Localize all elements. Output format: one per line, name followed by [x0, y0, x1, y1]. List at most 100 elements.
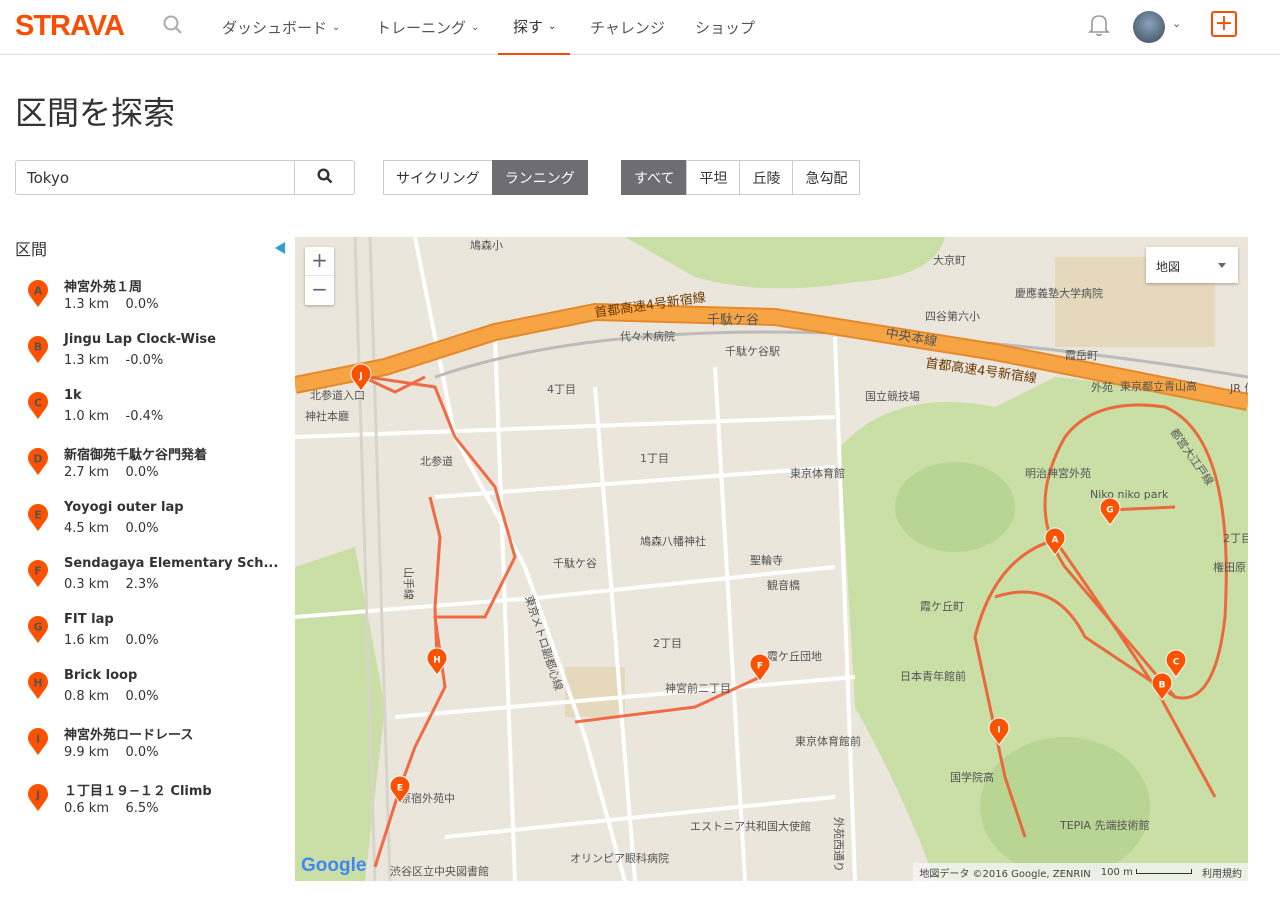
- marker-letter: F: [757, 662, 763, 672]
- terrain-filter: すべて 平坦 丘陵 急勾配: [621, 160, 860, 195]
- segment-list-item[interactable]: G FIT lap 1.6 km 0.0%: [25, 612, 275, 668]
- terrain-hilly-button[interactable]: 丘陵: [739, 160, 793, 195]
- nav-challenges[interactable]: チャレンジ: [590, 0, 665, 55]
- stadium: [895, 462, 1015, 552]
- terrain-flat-button[interactable]: 平坦: [686, 160, 740, 195]
- segment-name[interactable]: Jingu Lap Clock-Wise: [64, 332, 216, 347]
- segment-list-item[interactable]: B Jingu Lap Clock-Wise 1.3 km -0.0%: [25, 332, 275, 388]
- nav-training[interactable]: トレーニング ⌄: [376, 0, 479, 55]
- zoom-in-button[interactable]: +: [305, 247, 334, 276]
- segment-stats: 0.6 km 6.5%: [64, 801, 159, 816]
- segment-distance: 0.3 km: [64, 577, 109, 592]
- map-label: 聖輪寺: [750, 553, 783, 567]
- segment-name[interactable]: FIT lap: [64, 612, 114, 627]
- page-title: 区間を探索: [15, 88, 175, 134]
- marker-letter: B: [34, 341, 42, 354]
- marker-letter: J: [358, 372, 362, 382]
- map-marker-icon: D: [27, 448, 49, 476]
- upload-plus-button[interactable]: +: [1211, 11, 1237, 37]
- search-icon[interactable]: [162, 14, 184, 36]
- map-label: 東京メトロ副都心線: [522, 594, 566, 692]
- segment-name[interactable]: Sendagaya Elementary Sch...: [64, 556, 278, 571]
- segment-stats: 1.6 km 0.0%: [64, 633, 159, 648]
- segment-list-item[interactable]: A 神宮外苑１周 1.3 km 0.0%: [25, 276, 275, 332]
- map-label: 1丁目: [640, 452, 669, 465]
- segment-list-item[interactable]: E Yoyogi outer lap 4.5 km 0.0%: [25, 500, 275, 556]
- nav-shop[interactable]: ショップ: [695, 0, 755, 55]
- segment-list-item[interactable]: F Sendagaya Elementary Sch... 0.3 km 2.3…: [25, 556, 275, 612]
- map-marker-icon: A: [27, 280, 49, 308]
- segment-name[interactable]: Brick loop: [64, 668, 137, 683]
- nav-label: 探す: [513, 16, 543, 37]
- attribution-text: 地図データ ©2016 Google, ZENRIN: [919, 865, 1090, 880]
- terrain-all-button[interactable]: すべて: [621, 160, 687, 195]
- nav-dashboard[interactable]: ダッシュボード⌄: [222, 0, 340, 55]
- segment-stats: 1.3 km -0.0%: [64, 353, 163, 368]
- terms-link[interactable]: 利用規約: [1202, 865, 1242, 880]
- map-label: 外苑西通り: [832, 817, 845, 872]
- segment-name[interactable]: 1k: [64, 388, 82, 403]
- segment-distance: 0.8 km: [64, 689, 109, 704]
- map-marker-icon: G: [27, 616, 49, 644]
- map-segment-marker[interactable]: J: [351, 364, 371, 391]
- segment-list-item[interactable]: C 1k 1.0 km -0.4%: [25, 388, 275, 444]
- segment-stats: 0.8 km 0.0%: [64, 689, 159, 704]
- cycling-button[interactable]: サイクリング: [383, 160, 493, 195]
- segment-grade: 0.0%: [126, 633, 159, 648]
- chevron-down-icon: ⌄: [471, 22, 479, 33]
- map-type-select[interactable]: 地図: [1146, 247, 1238, 283]
- top-nav: STRAVA ダッシュボード⌄ トレーニング ⌄ 探す ⌄ チャレンジ ショップ ⌄…: [0, 0, 1280, 55]
- segment-grade: 0.0%: [126, 745, 159, 760]
- segment-list-item[interactable]: D 新宿御苑千駄ケ谷門発着 2.7 km 0.0%: [25, 444, 275, 500]
- map-marker-icon: J: [27, 784, 49, 812]
- bell-icon[interactable]: [1088, 13, 1110, 37]
- segment-list-item[interactable]: J １丁目１９−１２ Climb 0.6 km 6.5%: [25, 780, 275, 836]
- location-search-input[interactable]: [15, 160, 295, 195]
- segment-list-item[interactable]: H Brick loop 0.8 km 0.0%: [25, 668, 275, 724]
- terrain-steep-button[interactable]: 急勾配: [792, 160, 860, 195]
- running-button[interactable]: ランニング: [492, 160, 588, 195]
- zoom-control: + −: [305, 247, 334, 305]
- segment-name[interactable]: １丁目１９−１２ Climb: [64, 780, 212, 799]
- map-label: 2丁目: [653, 637, 682, 650]
- segment-distance: 1.3 km: [64, 353, 109, 368]
- chevron-down-icon: ⌄: [548, 21, 556, 32]
- scale-label: 100 m: [1101, 867, 1133, 878]
- map-label: 千駄ケ谷駅: [725, 344, 780, 358]
- map-attribution: 地図データ ©2016 Google, ZENRIN 100 m 利用規約: [913, 863, 1248, 881]
- map-label: エストニア共和国大使館: [690, 819, 811, 833]
- map-label: 神宮前二丁目: [665, 681, 731, 695]
- collapse-sidebar-icon[interactable]: [275, 242, 285, 254]
- segment-grade: 0.0%: [126, 689, 159, 704]
- map-label: 外苑: [1091, 381, 1113, 394]
- nav-explore[interactable]: 探す ⌄: [498, 0, 570, 55]
- segment-name[interactable]: 神宮外苑ロードレース: [64, 724, 193, 743]
- segment-list-item[interactable]: I 神宮外苑ロードレース 9.9 km 0.0%: [25, 724, 275, 780]
- segment-grade: 6.5%: [126, 801, 159, 816]
- search-button[interactable]: [295, 160, 355, 195]
- zoom-out-button[interactable]: −: [305, 276, 334, 305]
- chevron-down-icon[interactable]: ⌄: [1172, 17, 1181, 30]
- map[interactable]: 首都高速4号新宿線首都高速4号新宿線千駄ケ谷中央本線代々木病院千駄ケ谷駅国立競技…: [295, 237, 1248, 881]
- nav-label: トレーニング: [376, 17, 466, 38]
- segment-name[interactable]: 神宮外苑１周: [64, 276, 142, 295]
- segment-name[interactable]: 新宿御苑千駄ケ谷門発着: [64, 444, 207, 463]
- map-label: 明治神宮外苑: [1025, 466, 1091, 480]
- strava-logo[interactable]: STRAVA: [15, 10, 124, 43]
- segment-grade: 0.0%: [126, 465, 159, 480]
- segment-name[interactable]: Yoyogi outer lap: [64, 500, 184, 515]
- segment-grade: 2.3%: [126, 577, 159, 592]
- map-label: 慶應義塾大学病院: [1015, 286, 1103, 300]
- map-segment-marker[interactable]: F: [750, 654, 770, 681]
- marker-letter: C: [34, 397, 42, 410]
- map-canvas[interactable]: 首都高速4号新宿線首都高速4号新宿線千駄ケ谷中央本線代々木病院千駄ケ谷駅国立競技…: [295, 237, 1248, 881]
- map-label: 渋谷区立中央図書館: [390, 864, 489, 878]
- location-search: [15, 160, 355, 195]
- marker-letter: G: [33, 621, 42, 634]
- map-label: 山手線: [402, 567, 416, 600]
- marker-letter: F: [34, 565, 42, 578]
- map-label: 国学院高: [950, 770, 994, 784]
- avatar[interactable]: [1133, 11, 1165, 43]
- marker-letter: B: [1159, 681, 1166, 691]
- map-label: 鳩森八幡神社: [640, 534, 706, 548]
